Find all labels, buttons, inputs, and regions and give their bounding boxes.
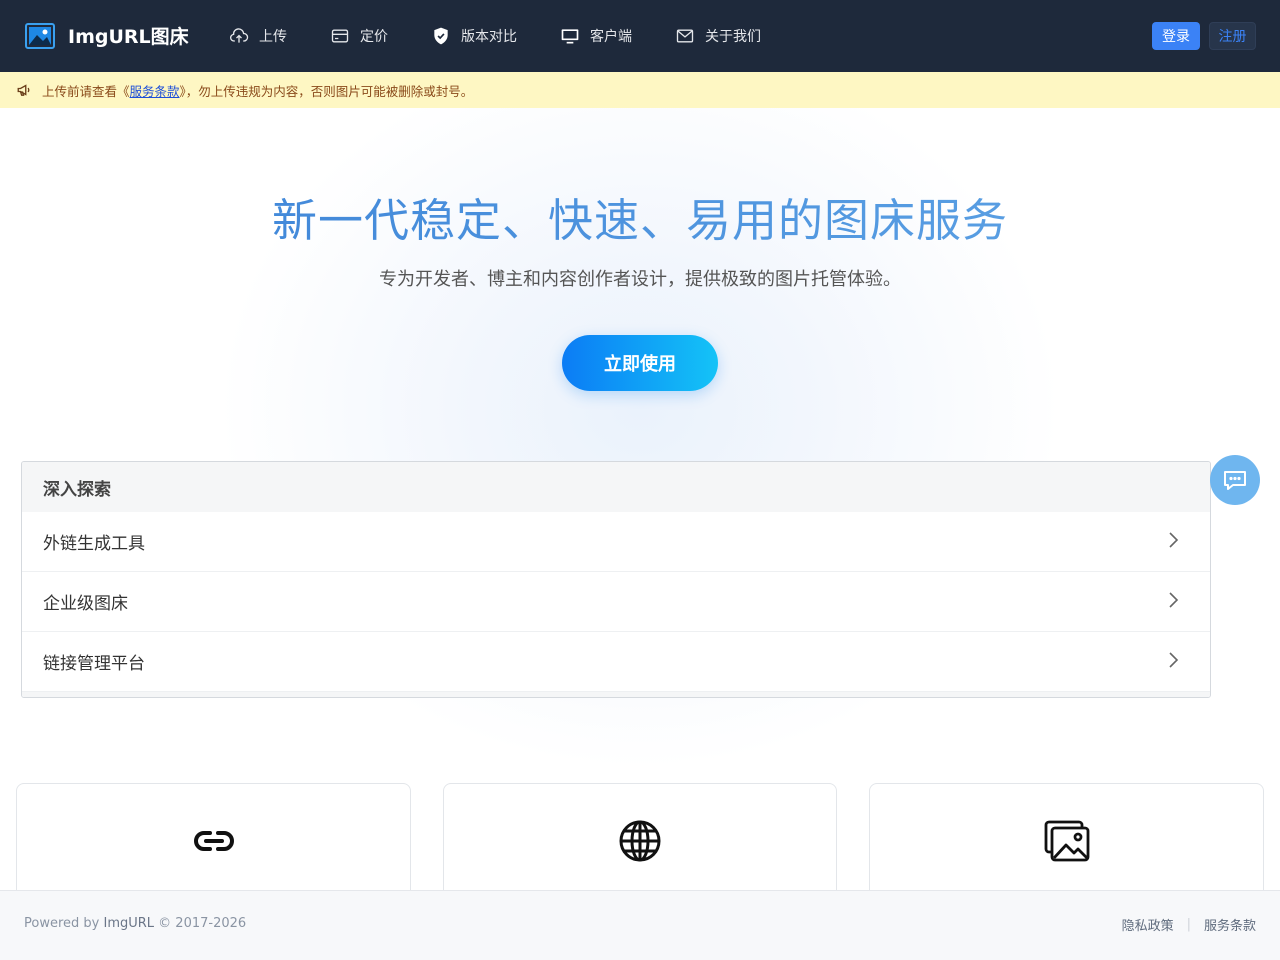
explore-title: 深入探索 — [22, 462, 1210, 512]
explore-item-enterprise[interactable]: 企业级图床 — [22, 572, 1210, 632]
get-started-button[interactable]: 立即使用 — [562, 335, 718, 391]
explore-item-label: 外链生成工具 — [43, 534, 145, 554]
globe-icon — [619, 820, 661, 862]
credit-card-icon — [331, 29, 349, 43]
chat-icon — [1224, 471, 1246, 490]
powered-brand-link[interactable]: ImgURL — [103, 916, 154, 931]
nav-upload-label: 上传 — [259, 29, 287, 45]
notice-bar: 上传前请查看《 服务条款 》，勿上传违规为内容，否则图片可能被删除或封号。 — [0, 72, 1280, 108]
shield-check-icon — [434, 27, 448, 45]
register-button[interactable]: 注册 — [1209, 22, 1256, 50]
terms-footer-link[interactable]: 服务条款 — [1204, 915, 1256, 934]
explore-item-label: 链接管理平台 — [43, 654, 145, 674]
brand[interactable]: ImgURL图床 — [25, 22, 189, 49]
nav-pricing[interactable]: 定价 — [330, 26, 388, 46]
images-icon — [1044, 820, 1089, 862]
chat-button[interactable] — [1210, 455, 1260, 505]
explore-item-link-manager[interactable]: 链接管理平台 — [22, 632, 1210, 692]
powered-prefix: Powered by — [24, 916, 104, 931]
main-nav: 上传 定价 版本对比 客户端 关于我们 — [229, 0, 804, 72]
footer-separator: | — [1186, 917, 1191, 932]
login-button[interactable]: 登录 — [1152, 22, 1200, 50]
brand-name: ImgURL图床 — [68, 26, 189, 48]
notice-suffix: 》，勿上传违规为内容，否则图片可能被删除或封号。 — [179, 83, 474, 99]
nav-compare-label: 版本对比 — [461, 29, 517, 45]
explore-item-label: 企业级图床 — [43, 594, 128, 614]
nav-upload[interactable]: 上传 — [229, 26, 287, 46]
top-navbar: ImgURL图床 上传 定价 版本对比 客户端 关于我们 登录 注册 — [0, 0, 1280, 72]
link-icon — [193, 831, 234, 851]
nav-client-label: 客户端 — [590, 29, 632, 45]
powered-by: Powered by ImgURL © 2017-2026 — [24, 916, 246, 931]
mail-icon — [676, 29, 694, 43]
explore-footer — [22, 692, 1210, 697]
nav-pricing-label: 定价 — [360, 29, 388, 45]
desktop-icon — [561, 29, 579, 44]
chevron-right-icon — [1169, 532, 1179, 548]
hero-title: 新一代稳定、快速、易用的图床服务 — [0, 184, 1280, 249]
logo-icon — [25, 22, 55, 49]
explore-item-link-tool[interactable]: 外链生成工具 — [22, 512, 1210, 572]
copyright: © 2017-2026 — [154, 916, 247, 931]
notice-prefix: 上传前请查看《 — [42, 83, 130, 99]
chevron-right-icon — [1169, 652, 1179, 668]
nav-about-label: 关于我们 — [705, 29, 761, 45]
privacy-link[interactable]: 隐私政策 — [1122, 915, 1174, 934]
page-footer: Powered by ImgURL © 2017-2026 隐私政策 | 服务条… — [0, 890, 1280, 960]
chevron-right-icon — [1169, 592, 1179, 608]
nav-about[interactable]: 关于我们 — [675, 26, 761, 46]
cloud-upload-icon — [230, 28, 249, 43]
footer-links: 隐私政策 | 服务条款 — [1122, 915, 1256, 934]
explore-panel: 深入探索 外链生成工具 企业级图床 链接管理平台 — [21, 461, 1211, 698]
hero-subtitle: 专为开发者、博主和内容创作者设计，提供极致的图片托管体验。 — [379, 269, 901, 290]
megaphone-icon — [17, 84, 30, 96]
nav-client[interactable]: 客户端 — [560, 26, 632, 46]
terms-link[interactable]: 服务条款 — [130, 81, 180, 100]
nav-compare[interactable]: 版本对比 — [431, 26, 517, 46]
